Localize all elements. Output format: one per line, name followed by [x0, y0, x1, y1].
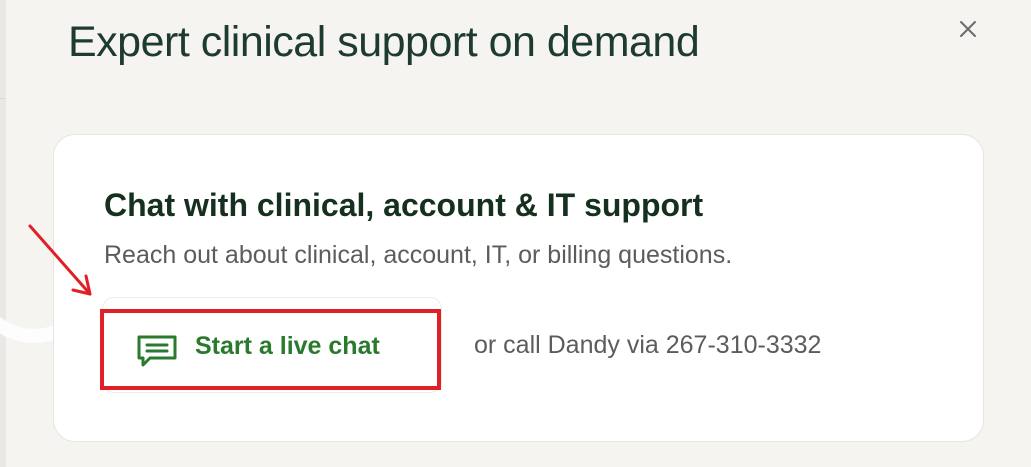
close-button[interactable] [953, 14, 983, 44]
close-icon [960, 21, 976, 37]
card-subtitle: Reach out about clinical, account, IT, o… [104, 241, 733, 269]
call-phone-text: or call Dandy via 267-310-3332 [474, 331, 822, 359]
card-title: Chat with clinical, account & IT support [104, 187, 704, 223]
chat-bubble-icon [137, 335, 177, 367]
start-live-chat-label: Start a live chat [195, 332, 380, 360]
arrow-icon [28, 224, 92, 296]
support-card: Chat with clinical, account & IT support… [53, 134, 984, 442]
start-live-chat-button[interactable]: Start a live chat [102, 297, 442, 393]
dialog-title: Expert clinical support on demand [68, 18, 700, 66]
